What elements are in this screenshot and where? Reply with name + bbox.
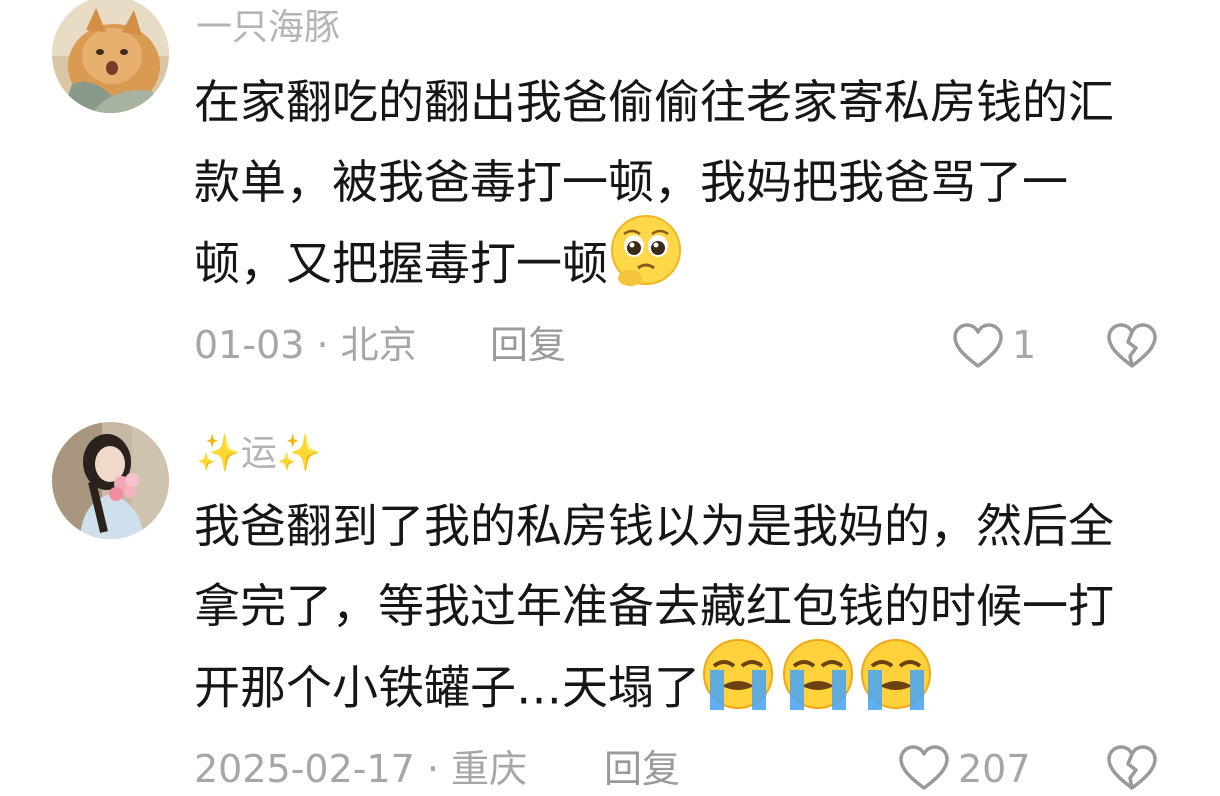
sparkle-icon: ✨ [276,433,322,474]
heart-outline-icon [899,745,949,790]
comment-text: 我爸翻到了我的私房钱以为是我妈的，然后全 拿完了，等我过年准备去藏红包钱的时候一… [194,486,1169,726]
like-button[interactable] [898,744,950,792]
sparkle-icon: ✨ [196,433,241,474]
comment-meta: 2025-02-17 · 重庆 回复 [194,744,680,794]
loudly-crying-face-emoji-icon [700,636,936,736]
reply-button[interactable]: 回复 [604,744,680,794]
comment-line: 开那个小铁罐子…天塌了 [194,639,1169,726]
username[interactable]: ✨运✨ [196,434,322,474]
dislike-button[interactable] [1106,744,1158,792]
comment-item: ✨运✨ 我爸翻到了我的私房钱以为是我妈的，然后全 拿完了，等我过年准备去藏红包钱… [0,0,1220,791]
girl-with-flowers-avatar-icon [52,422,169,539]
comment-line: 我爸翻到了我的私房钱以为是我妈的，然后全 [194,499,1114,553]
comment-line: 拿完了，等我过年准备去藏红包钱的时候一打 [194,579,1114,633]
like-count: 207 [958,747,1031,791]
username-text: 运 [240,433,277,474]
user-avatar[interactable] [52,422,169,539]
broken-heart-icon [1107,745,1157,790]
comment-line-text: 开那个小铁罐子…天塌了 [194,660,700,715]
date-location: 2025-02-17 · 重庆 [194,747,528,791]
